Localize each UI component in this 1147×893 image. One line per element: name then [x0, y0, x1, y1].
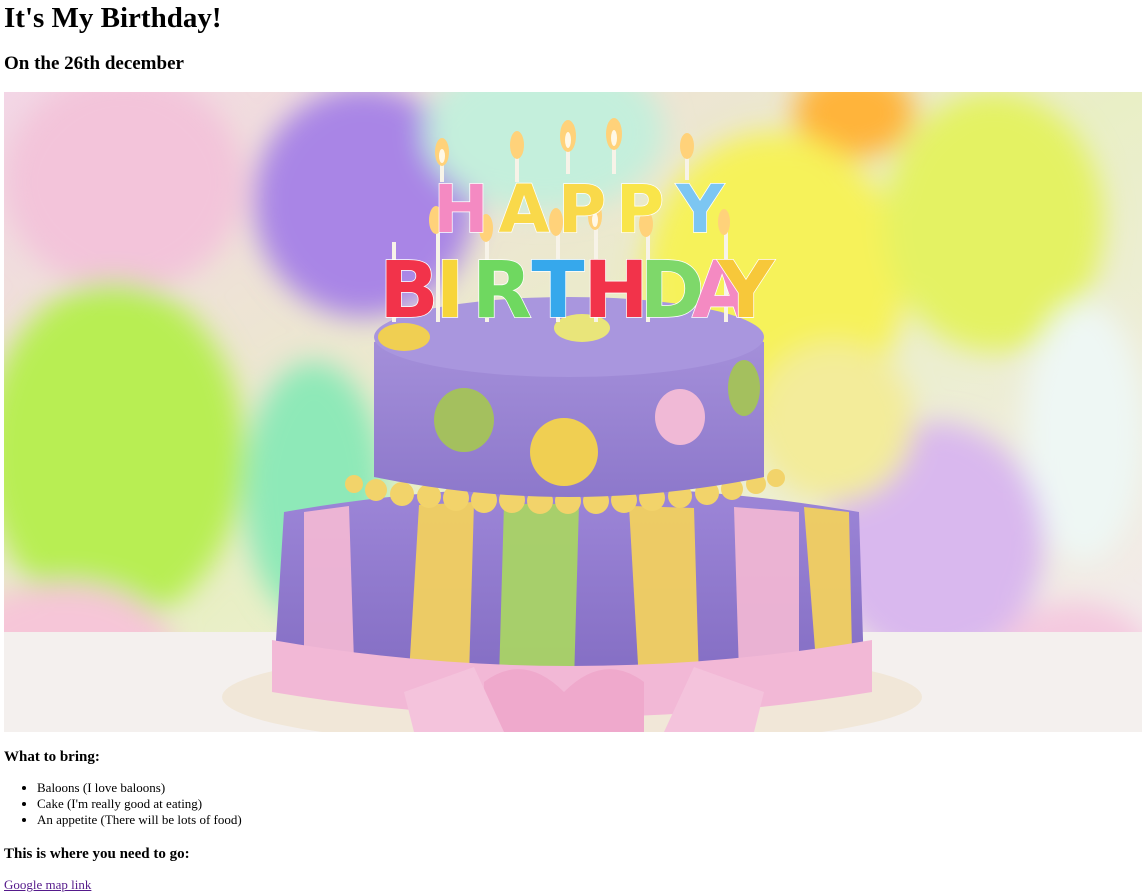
bring-heading: What to bring: [4, 749, 100, 765]
candle-letter: Y [717, 246, 776, 336]
page-title: It's My Birthday! [4, 2, 222, 34]
candle-letter: H [433, 171, 488, 248]
candle-letter: Y [675, 171, 725, 248]
candle-letter: I [435, 246, 464, 336]
google-map-link[interactable]: Google map link [4, 877, 91, 893]
list-item: Cake (I'm really good at eating) [37, 796, 242, 812]
list-item: An appetite (There will be lots of food) [37, 812, 242, 828]
location-heading: This is where you need to go: [4, 846, 190, 862]
birthday-cake-image: H A P P Y B I R T H D A Y [4, 92, 1142, 732]
candle-letter: A [498, 171, 549, 248]
candle-letter: T [531, 246, 584, 336]
candle-letter: P [616, 171, 664, 248]
candle-letter: P [558, 171, 606, 248]
event-date: On the 26th december [4, 53, 184, 74]
bring-list: Baloons (I love baloons) Cake (I'm reall… [4, 780, 242, 828]
candle-letter: B [379, 246, 438, 336]
list-item: Baloons (I love baloons) [37, 780, 242, 796]
candle-letter: R [472, 246, 532, 336]
